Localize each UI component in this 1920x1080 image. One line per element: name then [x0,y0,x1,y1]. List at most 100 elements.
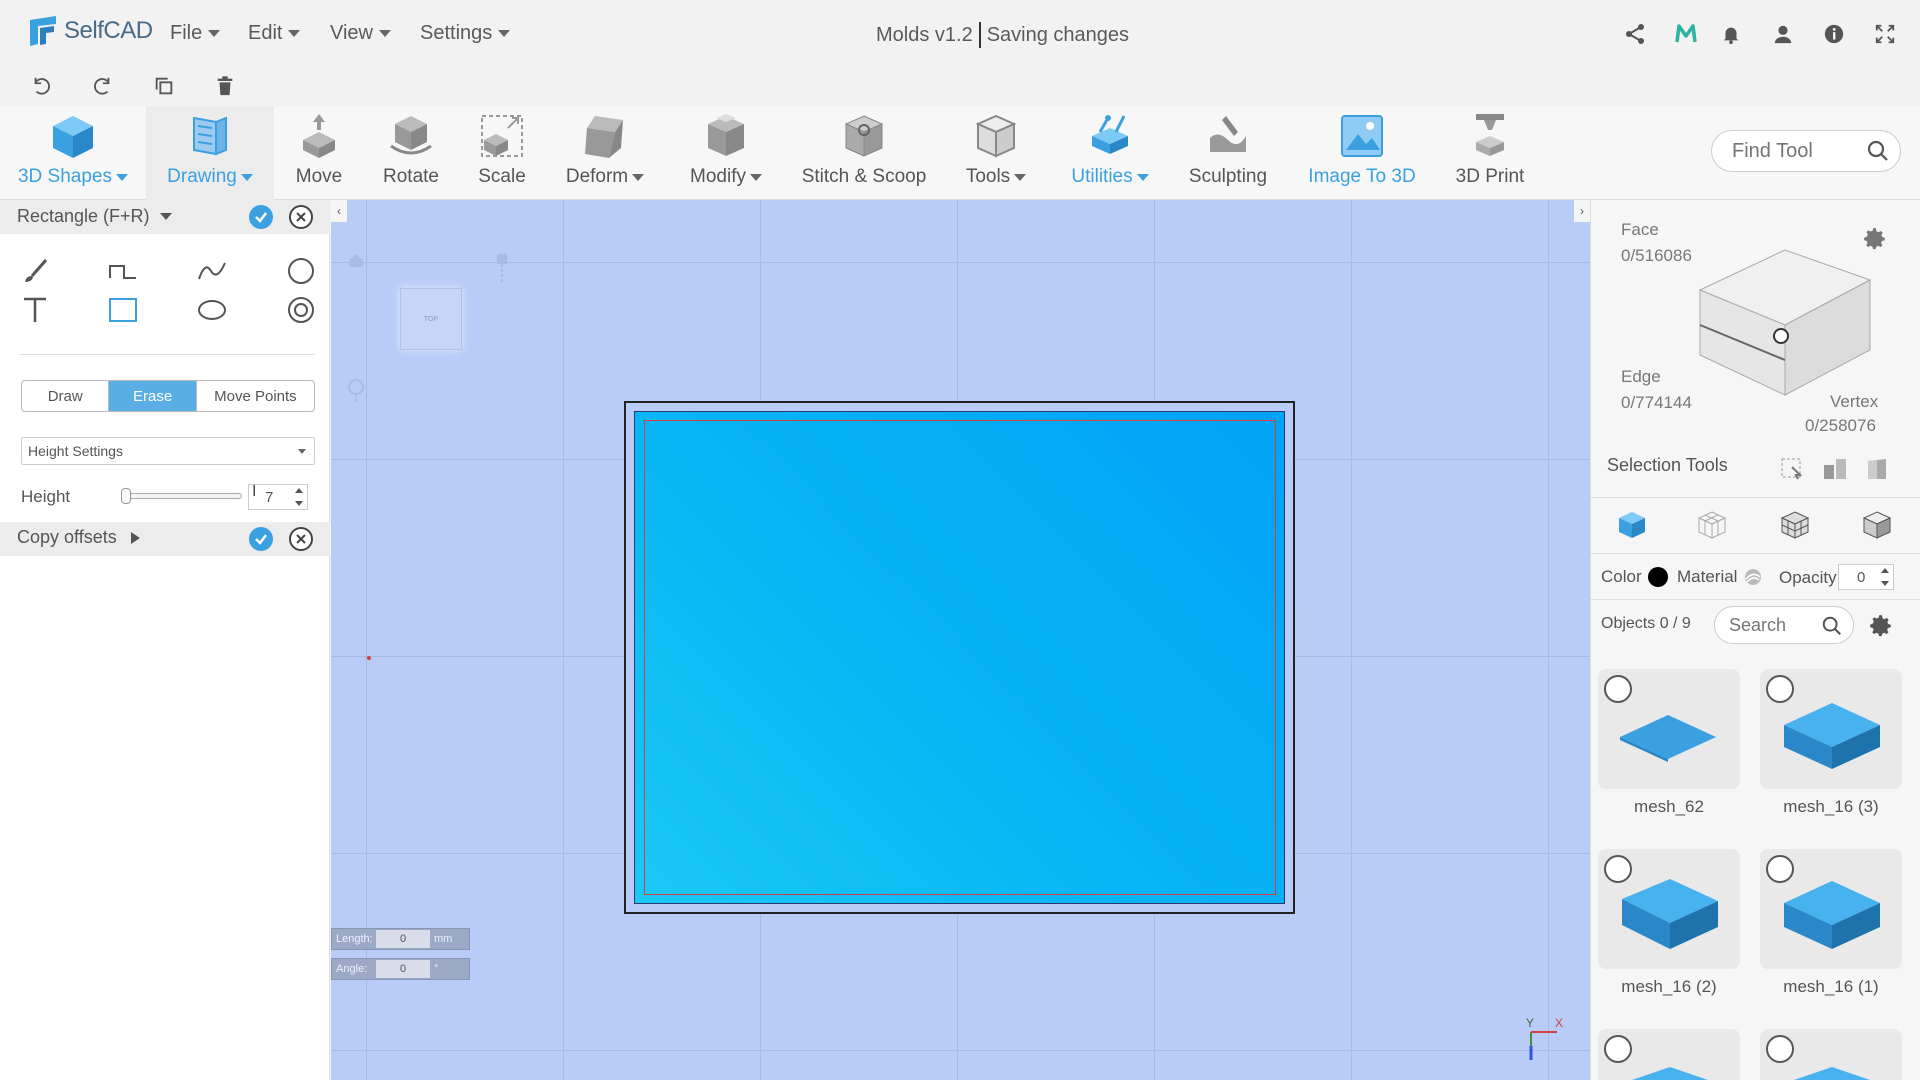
project-name[interactable]: Molds v1.2 [876,24,973,47]
tool-sculpting[interactable]: Sculpting [1180,106,1276,200]
object-card[interactable]: mesh_62 [1598,669,1740,824]
object-select-radio[interactable] [1604,1035,1632,1063]
curve-icon[interactable] [192,253,232,289]
tool-tools[interactable]: Tools [946,106,1046,200]
polyline-icon[interactable] [103,253,143,289]
solid-view-icon[interactable] [1617,510,1647,545]
object-card[interactable]: mesh_16 (2) [1598,849,1740,1004]
orbit-icon[interactable] [347,378,365,411]
confirm-icon[interactable] [249,527,273,551]
tool-panel-title[interactable]: Rectangle (F+R) [17,206,172,227]
object-card-partial[interactable] [1760,1029,1902,1080]
tool-stitch-scoop[interactable]: Stitch & Scoop [795,106,933,200]
text-icon[interactable] [15,292,55,328]
bell-icon[interactable] [1717,20,1745,48]
wireframe-view-icon[interactable] [1697,510,1727,545]
info-icon[interactable] [1820,20,1848,48]
brush-icon[interactable] [15,253,55,289]
object-card[interactable]: mesh_16 (1) [1760,849,1902,1004]
angle-input[interactable]: 0 [376,960,430,978]
menu-file[interactable]: File [170,22,221,45]
home-view-icon[interactable] [347,252,365,273]
xray-view-icon[interactable] [1862,510,1892,545]
chevron-down-icon [1136,173,1149,181]
object-select-radio[interactable] [1604,855,1632,883]
decrement-icon[interactable] [295,501,303,506]
drawn-rectangle-path[interactable] [644,420,1276,895]
user-icon[interactable] [1769,20,1797,48]
magicplan-m-icon[interactable] [1672,20,1700,48]
sculpting-icon [1204,106,1252,166]
search-icon[interactable] [1821,615,1843,642]
object-select-radio[interactable] [1766,855,1794,883]
collapse-right-panel-icon[interactable]: › [1574,200,1590,222]
close-icon[interactable] [289,205,313,229]
share-icon[interactable] [1621,20,1649,48]
mode-erase-button[interactable]: Erase [109,381,197,411]
opacity-input[interactable]: 0 [1838,564,1894,590]
copy-icon[interactable] [150,72,178,100]
select-cursor-icon[interactable] [1780,457,1804,486]
mesh-view-icon[interactable] [1780,510,1810,545]
material-picker[interactable]: Material [1677,567,1763,587]
tool-drawing[interactable]: Drawing [146,106,274,200]
search-icon[interactable] [1866,139,1890,168]
select-parts-icon[interactable] [1822,457,1848,486]
gear-icon[interactable] [1862,226,1888,257]
move-icon [297,106,341,166]
tool-3d-print[interactable]: 3D Print [1446,106,1534,200]
ellipse-icon[interactable] [192,292,232,328]
height-input[interactable]: 7 [248,484,308,510]
tool-utilities[interactable]: Utilities [1058,106,1162,200]
tool-3d-shapes[interactable]: 3D Shapes [10,106,136,200]
gear-icon[interactable] [1868,613,1894,644]
color-swatch[interactable] [1647,567,1668,587]
objects-search[interactable] [1714,606,1854,644]
view-cube[interactable]: TOP [400,288,462,350]
height-settings-select[interactable]: Height Settings [21,437,315,465]
trash-icon[interactable] [211,72,239,100]
redo-icon[interactable] [88,72,116,100]
object-select-radio[interactable] [1766,675,1794,703]
menu-settings[interactable]: Settings [420,22,511,45]
collapse-left-panel-icon[interactable]: ‹ [331,200,347,222]
undo-icon[interactable] [28,72,56,100]
ring-icon[interactable] [281,292,321,328]
close-icon[interactable] [289,527,313,551]
find-tool-search[interactable] [1711,130,1901,172]
object-card-partial[interactable] [1598,1029,1740,1080]
object-card[interactable]: mesh_16 (3) [1760,669,1902,824]
height-slider[interactable] [121,488,242,504]
selfcad-logo[interactable]: SelfCAD [26,14,153,48]
object-select-radio[interactable] [1766,1035,1794,1063]
objects-search-input[interactable] [1729,615,1819,636]
mode-move-points-button[interactable]: Move Points [197,381,314,411]
tool-rotate[interactable]: Rotate [370,106,452,200]
fullscreen-icon[interactable] [1871,20,1899,48]
menu-view[interactable]: View [330,22,391,45]
circle-icon[interactable] [281,253,321,289]
object-select-radio[interactable] [1604,675,1632,703]
pin-icon[interactable] [494,252,510,289]
tool-move[interactable]: Move [278,106,360,200]
copy-offsets-toggle[interactable]: Copy offsets [17,527,140,548]
select-box-icon[interactable] [1864,457,1890,486]
mode-draw-button[interactable]: Draw [22,381,110,411]
brand-name: SelfCAD [64,17,153,44]
height-slider-thumb[interactable] [121,488,131,504]
tool-scale[interactable]: Scale [462,106,542,200]
increment-icon[interactable] [295,488,303,493]
tool-modify[interactable]: Modify [676,106,776,200]
confirm-icon[interactable] [249,205,273,229]
rectangle-icon[interactable] [103,292,143,328]
menu-edit[interactable]: Edit [248,22,301,45]
tool-deform[interactable]: Deform [555,106,655,200]
material-icon [1745,569,1762,585]
increment-icon[interactable] [1881,568,1889,573]
tool-image-to-3d[interactable]: Image To 3D [1300,106,1424,200]
selection-mode-cube[interactable] [1690,230,1880,400]
color-picker[interactable]: Color [1601,567,1668,587]
find-tool-input[interactable] [1732,140,1852,163]
length-input[interactable]: 0 [376,930,430,948]
decrement-icon[interactable] [1881,581,1889,586]
